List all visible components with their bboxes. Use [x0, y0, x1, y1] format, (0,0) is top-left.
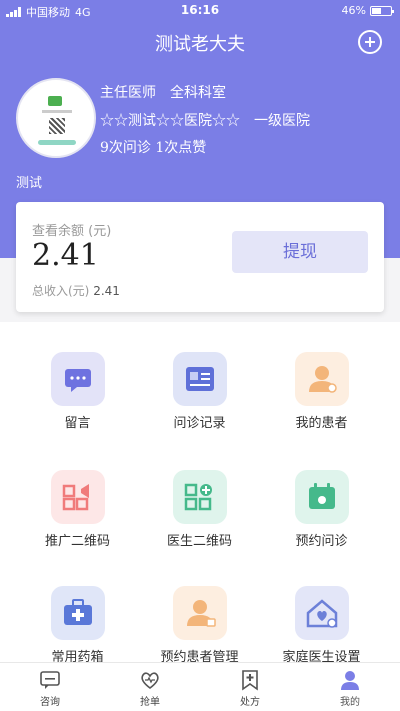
grid-item-my-patients[interactable]: 我的患者: [255, 352, 388, 431]
function-grid: 留言 问诊记录 我的患者 推广二维码 医生二维码 预约问诊 常用药箱 预约患者管…: [0, 322, 400, 665]
prescription-icon: [239, 669, 261, 691]
tab-label: 处方: [240, 697, 260, 708]
doctor-hospital: ☆☆测试☆☆医院☆☆ 一级医院: [100, 113, 310, 129]
tab-label: 咨询: [40, 697, 60, 708]
status-bar: 中国移动 4G 16:16 46%: [0, 0, 400, 22]
tab-consult[interactable]: 咨询: [0, 663, 100, 711]
tab-prescription[interactable]: 处方: [200, 663, 300, 711]
grid-label: 留言: [64, 416, 91, 431]
grid-label: 推广二维码: [44, 534, 110, 549]
doctor-qr-icon: [172, 470, 227, 524]
balance-card: 查看余额 (元) 2.41 总收入(元) 2.41 提现: [16, 202, 384, 312]
message-icon: [50, 352, 105, 406]
battery-percent: 46%: [341, 4, 366, 17]
status-time: 16:16: [180, 3, 220, 17]
grid-item-family-doctor[interactable]: 家庭医生设置: [255, 586, 388, 665]
total-income: 总收入(元) 2.41: [32, 282, 120, 299]
total-income-label: 总收入(元): [32, 284, 90, 298]
tab-bar: 咨询 抢单 处方 我的: [0, 662, 400, 711]
doctor-title: 主任医师 全科科室: [100, 85, 226, 101]
total-income-value: 2.41: [93, 284, 120, 298]
heart-icon: [139, 669, 161, 691]
doctor-name: 测试: [16, 176, 43, 191]
grid-item-appointment[interactable]: 预约问诊: [255, 470, 388, 549]
grid-item-medicine-box[interactable]: 常用药箱: [11, 586, 144, 665]
grid-item-appointment-patients[interactable]: 预约患者管理: [133, 586, 266, 665]
tab-label: 我的: [340, 697, 360, 708]
balance-label[interactable]: 查看余额 (元): [32, 220, 111, 239]
withdraw-button[interactable]: 提现: [232, 231, 368, 273]
user-icon: [339, 669, 361, 691]
balance-value: 2.41: [32, 238, 99, 273]
promo-qr-icon: [50, 470, 105, 524]
tab-label: 抢单: [140, 697, 160, 708]
tab-grab-order[interactable]: 抢单: [100, 663, 200, 711]
page-title: 测试老大夫: [155, 34, 245, 55]
avatar[interactable]: [16, 78, 96, 158]
add-button[interactable]: [358, 30, 382, 54]
patient-icon: [294, 352, 349, 406]
grid-label: 预约问诊: [295, 534, 348, 549]
grid-label: 问诊记录: [173, 416, 226, 431]
tab-mine[interactable]: 我的: [300, 663, 400, 711]
chat-icon: [39, 669, 61, 691]
grid-item-doctor-qr[interactable]: 医生二维码: [133, 470, 266, 549]
battery-icon: [370, 5, 394, 16]
family-doctor-icon: [294, 586, 349, 640]
calendar-icon: [294, 470, 349, 524]
grid-label: 我的患者: [295, 416, 348, 431]
appointment-patient-icon: [172, 586, 227, 640]
grid-item-message[interactable]: 留言: [11, 352, 144, 431]
record-card-icon: [172, 352, 227, 406]
grid-item-promo-qr[interactable]: 推广二维码: [11, 470, 144, 549]
grid-item-consult-record[interactable]: 问诊记录: [133, 352, 266, 431]
doctor-stats: 9次问诊 1次点赞: [100, 140, 207, 156]
grid-label: 医生二维码: [166, 534, 232, 549]
medicine-box-icon: [50, 586, 105, 640]
